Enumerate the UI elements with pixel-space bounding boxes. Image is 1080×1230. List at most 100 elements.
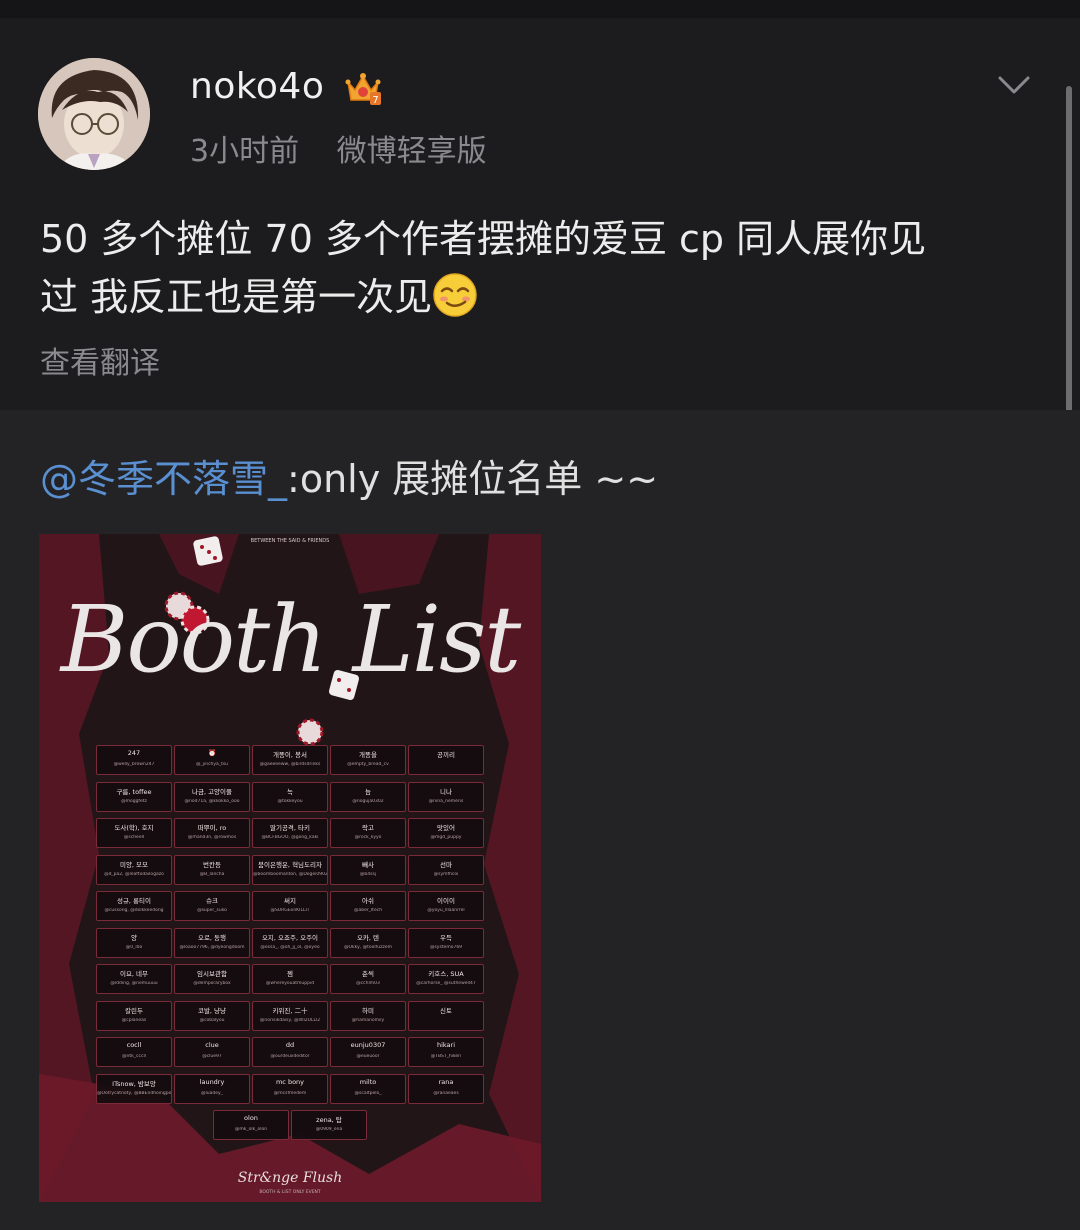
booth-tile: 나금, 고양이풀 @nod71a, @kkokko_ooo	[174, 781, 250, 812]
booth-tile: 미양, 모모 @d_pa2, @leaftodailogazo	[96, 854, 172, 885]
booth-name: 구름, toffee	[116, 787, 152, 796]
booth-handle: @norisikdaisy, @lllll2ULLl2	[259, 1017, 321, 1023]
top-bar	[0, 0, 1080, 19]
booth-name: rana	[438, 1077, 454, 1086]
booth-name: cocll	[126, 1041, 142, 1049]
booth-name: 미양, 모모	[119, 860, 149, 869]
booth-name: 성규, 롱티이	[116, 897, 152, 905]
booth-handle: @ldding, @nemuuuu	[110, 981, 158, 986]
post-text-line2: 过 我反正也是第一次见	[40, 275, 433, 319]
booth-name: 임시보관함	[197, 970, 227, 978]
booth-tile: 개똥이, 봉서 @gaeeeeww, @birdsdrinks	[252, 745, 328, 775]
booth-tile: 신토	[408, 1000, 484, 1031]
booth-tile: 슈크 @super_suko	[174, 891, 250, 921]
booth-handle: @ranaeaes	[433, 1090, 459, 1096]
booth-handle: @mk_olk_olon	[234, 1127, 268, 1132]
booth-tile: 써지 @SURGEonKILLIT	[252, 891, 328, 921]
booth-name: ITsnow, 밤보앙	[112, 1079, 156, 1088]
booth-tile: 공끼리	[408, 745, 484, 775]
booth-handle: @cplaneas	[121, 1017, 147, 1023]
booth-name: mc bony	[275, 1077, 305, 1086]
booth-handle: @systemo769	[429, 944, 463, 950]
booth-handle: @cobalyou	[199, 1017, 225, 1023]
chevron-down-icon[interactable]	[996, 70, 1032, 100]
post-text-line2-wrap: 过 我反正也是第一次见	[40, 268, 1050, 326]
booth-handle: @eueuoor	[356, 1054, 380, 1059]
mention-link[interactable]: @冬季不落雪_	[40, 457, 287, 501]
booth-handle: @super_suko	[197, 908, 227, 913]
booth-name: 키위진, 二十	[272, 1006, 308, 1015]
booth-tile: dd @ourdeuxdeditor	[252, 1037, 328, 1067]
booth-tile: 락고 @rock_kyyo	[330, 818, 406, 848]
booth-tile: 양 @0_l0o	[96, 927, 172, 958]
booth-name: 오지, 오죠주, 오주이	[261, 933, 319, 942]
booth-name: 코발, 냥냥	[197, 1006, 227, 1015]
booth-name: 공끼리	[437, 751, 455, 759]
booth-name: 선마	[440, 860, 452, 869]
booth-name: milto	[359, 1077, 377, 1086]
booth-name: hikari	[436, 1041, 456, 1049]
avatar[interactable]	[38, 58, 150, 170]
booth-tile: 아쉬 @aber_ltech	[330, 891, 406, 921]
booth-tile: ⏰ @_jinchya_tsu	[174, 745, 250, 775]
poster-title: Booth List	[60, 586, 522, 693]
post-text-line1: 50 多个摊位 70 多个作者摆摊的爱豆 cp 同人展你见	[40, 217, 927, 261]
booth-tile: rana @ranaeaes	[408, 1073, 484, 1104]
booth-tile: 젬 @whereyouatmuppid	[252, 964, 328, 994]
booth-name: 락고	[362, 824, 374, 832]
post-time: 3小时前	[190, 134, 300, 169]
booth-handle: @_jinchya_tsu	[195, 762, 229, 767]
booth-handle: @gaeeeeww, @birdsdrinks	[259, 762, 321, 767]
booth-name: 늠	[365, 787, 371, 796]
booth-tile: 구름, toffee @moggfetz	[96, 781, 172, 812]
booth-name: 써지	[284, 897, 296, 905]
booth-handle: @empty_bread_cv	[347, 762, 389, 767]
booth-name: 도사(학), 호지	[114, 824, 154, 832]
booth-tile: 성규, 롱티이 @cussong, @dolkkeedong	[96, 891, 172, 921]
booth-name: 떠뿌이, ro	[197, 824, 227, 832]
booth-name: 신토	[440, 1006, 452, 1015]
booth-name: 이이이	[437, 897, 455, 905]
booth-tile: 선마 @symfhcoi	[408, 854, 484, 885]
booth-tile: 번칸등 @B_lancha	[174, 854, 250, 885]
booth-handle: @cchlm03	[356, 981, 380, 986]
booth-name: ⏰	[207, 749, 217, 757]
booth-tile: laundry @luadey_	[174, 1073, 250, 1104]
booth-tile: 오로, 동행 @loaoo7796, @dyeongdoom	[174, 927, 250, 958]
booth-handle: @clue97	[202, 1054, 222, 1059]
booth-tile: 키호스, SUA @carhorse_ @suthewell47	[408, 964, 484, 994]
booth-name: 이요, 네무	[119, 970, 149, 978]
booth-tile: 하미 @hamanomily	[330, 1000, 406, 1031]
booth-handle: @tokkeyou	[277, 798, 303, 804]
post-source[interactable]: 微博轻享版	[337, 134, 487, 169]
booth-handle: @ntk_cccll	[122, 1054, 146, 1059]
username[interactable]: noko4o	[190, 66, 324, 107]
poster-footer-sub: BOOTH & LIST ONLY EVENT	[259, 1190, 321, 1195]
booth-name: 하미	[362, 1006, 374, 1015]
booth-handle: @hamanomily	[351, 1017, 385, 1023]
repost-text: @冬季不落雪_:only 展摊位名单 ~~	[40, 448, 658, 503]
booth-name: olon	[244, 1114, 258, 1122]
booth-tile: 오지, 오죠주, 오주이 @ossa_, @oh_jj_ol, @oyeo	[252, 927, 328, 958]
booth-handle: @SURGEonKILLIT	[270, 908, 310, 913]
booth-handle: @aber_ltech	[353, 908, 383, 913]
booth-tile: 녹 @tokkeyou	[252, 781, 328, 812]
booth-tile: 늠 @noguja0302	[330, 781, 406, 812]
booth-tile: 맛있어 @mgd_puppy	[408, 818, 484, 848]
booth-name: eunju0307	[350, 1041, 386, 1049]
booth-handle: @B_lancha	[199, 871, 225, 877]
booth-list-poster[interactable]: BETWEEN THE SAID & FRIENDS Booth List 24…	[39, 534, 541, 1202]
booth-tile: 춘씩 @cchlm03	[330, 964, 406, 994]
booth-handle: @d_pa2, @leaftodailogazo	[104, 871, 164, 877]
booth-name: 맛있어	[437, 824, 455, 832]
booth-name: zena, 탑	[316, 1116, 342, 1124]
booth-handle: @Ootrycatnoty, @BBEndhoingpot1	[97, 1090, 171, 1096]
translate-link[interactable]: 查看翻译	[40, 338, 160, 382]
booth-handle: @cussong, @dolkkeedong	[104, 908, 164, 913]
booth-handle: @welly_brown247	[113, 762, 155, 767]
booth-handle: @0909_ena	[315, 1127, 343, 1132]
booth-handle: @yoyu_lllaanrrel	[427, 908, 465, 913]
booth-tile: 개똥을 @empty_bread_cv	[330, 745, 406, 775]
booth-tile: clue @clue97	[174, 1037, 250, 1067]
booth-tile: 오카, 텐 @Okky, @toolfuzzem	[330, 927, 406, 958]
